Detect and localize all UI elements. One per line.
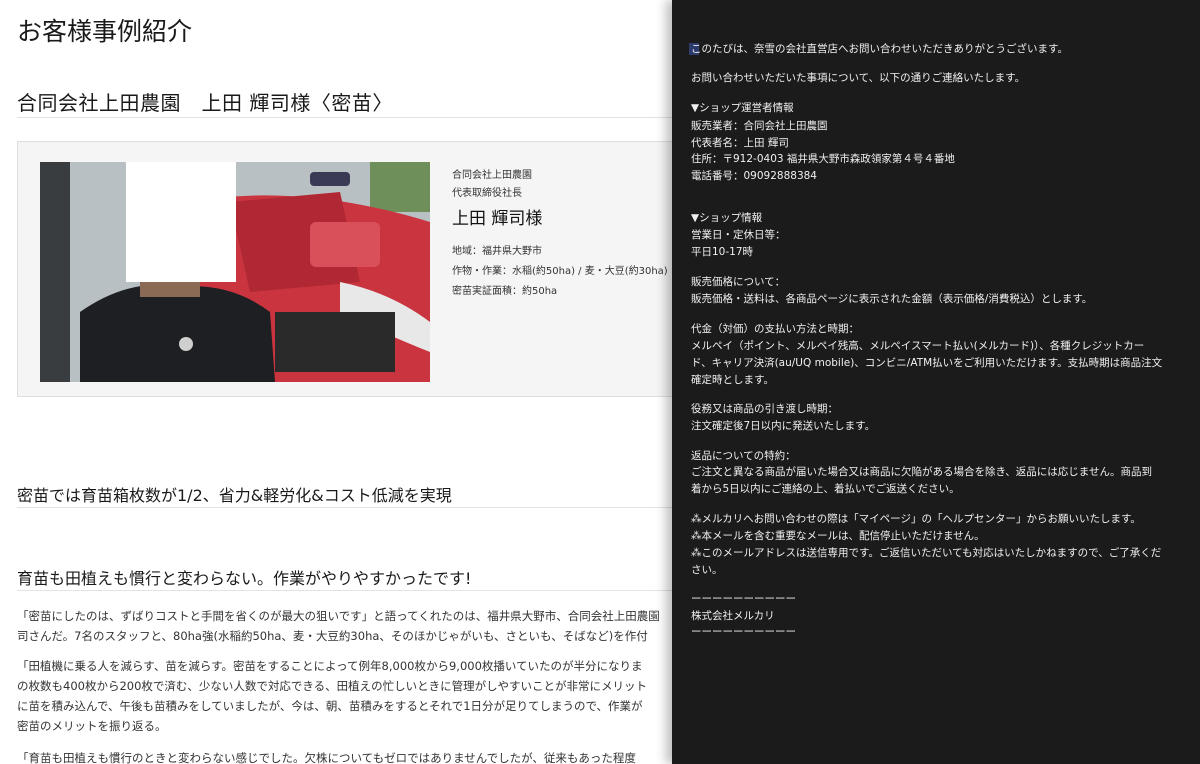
body-paragraph: 「密苗にしたのは、ずばりコストと手間を省くのが最大の狙いです」と語ってくれたのは…	[17, 606, 672, 646]
section-heading: 育苗も田植えも慣行と変わらない。作業がやりやすかったです!	[17, 569, 472, 588]
profile-name: 上田 輝司様	[452, 209, 543, 229]
profile-card: 合同会社上田農園 代表取締役社長 上田 輝司様 地域：福井県大野市 作物・作業：…	[17, 141, 672, 397]
paragraph-line: の枚数も400枚から200枚で済む、少ない人数で対応できる、田植えの忙しいときに…	[17, 679, 648, 693]
paragraph-line: 密苗のメリットを振り返る。	[17, 719, 167, 733]
representative: 代表者名：上田 輝司	[691, 137, 789, 149]
paragraph-line: 「密苗にしたのは、ずばりコストと手間を省くのが最大の狙いです」と語ってくれたのは…	[17, 609, 660, 623]
body-paragraph: 「育苗も田植えも慣行のときと変わらない感じでした。欠株についてもゼロではありませ…	[17, 748, 672, 764]
seller: 販売業者：合同会社上田農園	[691, 120, 828, 132]
business-days-label: 営業日・定休日等：	[691, 229, 786, 241]
note-line: さい。	[691, 564, 723, 576]
returns-line: ご注文と異なる商品が届いた場合又は商品に欠陥がある場合を除き、返品には応じません…	[691, 466, 1152, 478]
section-heading: 密苗では育苗箱枚数が1/2、省力&軽労化&コスト低減を実現	[17, 486, 452, 505]
signature-company: 株式会社メルカリ	[691, 610, 775, 622]
shop-header: ▼ショップ情報	[691, 212, 763, 224]
signature-divider: ーーーーーーーーーー	[691, 593, 796, 605]
note-line: ⁂本メールを含む重要なメールは、配信停止いただけません。	[691, 530, 985, 542]
paragraph-line: 司さんだ。7名のスタッフと、80ha強(水稲約50ha、麦・大豆約30ha、その…	[17, 629, 648, 643]
business-days: 平日10-17時	[691, 246, 754, 258]
price-text: 販売価格・送料は、各商品ページに表示された金額（表示価格/消費税込）とします。	[691, 293, 1093, 305]
returns-line: 着から5日以内にご連絡の上、着払いでご返送ください。	[691, 483, 960, 495]
page-title: お客様事例紹介	[17, 17, 193, 46]
profile-company: 合同会社上田農園	[452, 170, 532, 181]
section-divider	[17, 590, 672, 591]
operator-header: ▼ショップ運営者情報	[691, 102, 794, 114]
profile-region: 地域：福井県大野市	[452, 246, 542, 257]
paragraph-line: 「育苗も田植えも慣行のときと変わらない感じでした。欠株についてもゼロではありませ…	[17, 751, 636, 764]
note-line: ⁂このメールアドレスは送信専用です。ご返信いただいても対応はいたしかねますので、…	[691, 547, 1162, 559]
case-study-article: お客様事例紹介 合同会社上田農園 上田 輝司様〈密苗〉 合同会社上田農園 代表取…	[0, 0, 672, 764]
paragraph-line: 「田植機に乗る人を減らす、苗を減らす。密苗をすることによって例年8,000枚から…	[17, 659, 643, 673]
profile-role: 代表取締役社長	[452, 188, 522, 199]
delivery-text: 注文確定後7日以内に発送いたします。	[691, 420, 876, 432]
payment-label: 代金（対価）の支払い方法と時期：	[691, 323, 859, 335]
profile-crops: 作物・作業：水稲(約50ha) / 麦・大豆(約30ha)	[452, 266, 668, 277]
signature-divider: ーーーーーーーーーー	[691, 626, 796, 638]
body-paragraph: 「田植機に乗る人を減らす、苗を減らす。密苗をすることによって例年8,000枚から…	[17, 656, 672, 736]
face-mask	[126, 162, 236, 282]
customer-photo	[40, 162, 430, 382]
address: 住所：〒912-0403 福井県大野市森政領家第４号４番地	[691, 153, 955, 165]
title-divider	[17, 117, 672, 118]
note-line: ⁂メルカリへお問い合わせの際は「マイページ」の「ヘルプセンター」からお願いいたし…	[691, 513, 1141, 525]
payment-line: メルペイ（ポイント、メルペイ残高、メルペイスマート払い(メルカード)）、各種クレ…	[691, 340, 1145, 352]
price-label: 販売価格について：	[691, 276, 786, 288]
phone: 電話番号：09092888384	[691, 170, 817, 182]
mail-greeting: このたびは、奈雪の会社直営店へお問い合わせいただきありがとうございます。	[691, 43, 1068, 55]
case-title: 合同会社上田農園 上田 輝司様〈密苗〉	[17, 91, 393, 115]
paragraph-line: に苗を積み込んで、午後も苗積みをしていましたが、今は、朝、苗積みをするとそれで1…	[17, 699, 643, 713]
delivery-label: 役務又は商品の引き渡し時期：	[691, 403, 838, 415]
profile-area: 密苗実証面積：約50ha	[452, 286, 558, 297]
mail-intro: お問い合わせいただいた事項について、以下の通りご連絡いたします。	[691, 72, 1026, 84]
payment-line: 確定時とします。	[691, 374, 774, 386]
returns-label: 返品についての特約：	[691, 450, 796, 462]
section-divider	[17, 507, 672, 508]
mail-panel: このたびは、奈雪の会社直営店へお問い合わせいただきありがとうございます。 お問い…	[672, 0, 1200, 764]
payment-line: ド、キャリア決済(au/UQ mobile)、コンビニ/ATM払いをご利用いただ…	[691, 357, 1163, 369]
